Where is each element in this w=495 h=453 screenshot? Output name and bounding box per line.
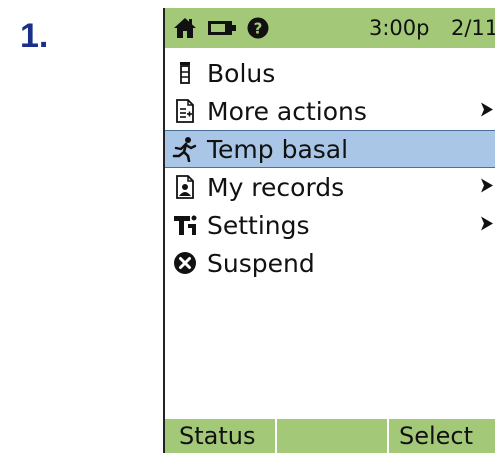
step-number: 1. [20, 17, 49, 55]
select-soft-key[interactable]: Select [389, 419, 495, 453]
home-icon[interactable] [173, 16, 197, 40]
battery-icon [207, 19, 237, 37]
bolus-vial-icon [171, 59, 199, 87]
svg-text:?: ? [254, 20, 263, 38]
settings-icon [171, 211, 199, 239]
submenu-arrow-icon [481, 216, 493, 235]
menu-item-suspend[interactable]: Suspend [165, 244, 495, 282]
submenu-arrow-icon [481, 102, 493, 121]
submenu-arrow-icon [481, 178, 493, 197]
menu-item-settings[interactable]: Settings [165, 206, 495, 244]
my-records-icon [171, 173, 199, 201]
menu-item-label: Temp basal [207, 134, 349, 164]
main-menu: Bolus More actions Temp basal My records… [165, 54, 495, 282]
menu-item-more-actions[interactable]: More actions [165, 92, 495, 130]
status-bar: ? 3:00p 2/11 [165, 8, 495, 48]
menu-item-temp-basal[interactable]: Temp basal [165, 130, 495, 168]
menu-item-label: Settings [207, 210, 310, 240]
temp-basal-runner-icon [171, 135, 199, 163]
middle-soft-key[interactable] [277, 419, 389, 453]
menu-item-my-records[interactable]: My records [165, 168, 495, 206]
more-actions-icon [171, 97, 199, 125]
menu-item-label: More actions [207, 96, 367, 126]
soft-key-bar: Status Select [165, 419, 495, 453]
status-time: 3:00p [369, 16, 430, 40]
help-icon[interactable]: ? [247, 17, 269, 39]
suspend-icon [171, 249, 199, 277]
menu-item-label: My records [207, 172, 345, 202]
menu-item-label: Bolus [207, 58, 276, 88]
menu-item-bolus[interactable]: Bolus [165, 54, 495, 92]
pump-screen: ? 3:00p 2/11 Bolus More actions Temp bas… [163, 8, 495, 453]
status-page-indicator: 2/11 [451, 16, 495, 40]
menu-item-label: Suspend [207, 248, 315, 278]
status-soft-key[interactable]: Status [165, 419, 277, 453]
